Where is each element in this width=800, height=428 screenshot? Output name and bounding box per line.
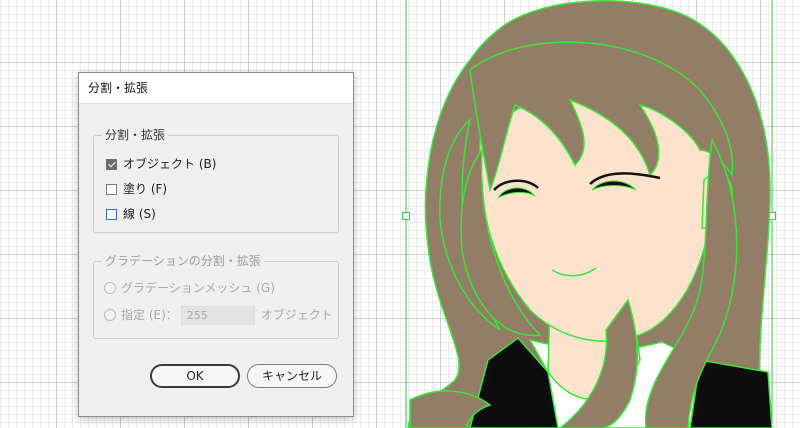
- gradient-mesh-option[interactable]: グラデーションメッシュ (G): [104, 279, 275, 297]
- stroke-label: 線 (S): [123, 207, 156, 221]
- specify-count-input[interactable]: 255: [180, 305, 255, 325]
- dialog-title[interactable]: 分割・拡張: [79, 73, 353, 104]
- objects-unit-label: オブジェクト: [260, 308, 333, 322]
- gradient-expand-group: グラデーションの分割・拡張 グラデーションメッシュ (G) 指定 (E)： 25…: [93, 253, 339, 339]
- gradient-mesh-radio[interactable]: [104, 282, 116, 294]
- expand-dialog: 分割・拡張 分割・拡張 オブジェクト (B) 塗り (F) 線 (S) グラデー…: [78, 72, 354, 417]
- fill-label: 塗り (F): [123, 182, 168, 196]
- cancel-button[interactable]: キャンセル: [247, 364, 337, 388]
- split-expand-group-label: 分割・拡張: [102, 127, 169, 143]
- specify-option[interactable]: 指定 (E)： 255 オブジェクト: [104, 305, 333, 325]
- split-expand-group: 分割・拡張 オブジェクト (B) 塗り (F) 線 (S): [93, 127, 339, 233]
- gradient-expand-group-label: グラデーションの分割・拡張: [102, 253, 264, 269]
- fill-checkbox[interactable]: [106, 183, 117, 195]
- stroke-checkbox[interactable]: [106, 208, 117, 220]
- object-label: オブジェクト (B): [123, 157, 217, 171]
- gradient-mesh-label: グラデーションメッシュ (G): [121, 281, 275, 295]
- object-checkbox[interactable]: [106, 158, 117, 170]
- stroke-option[interactable]: 線 (S): [106, 205, 156, 223]
- object-option[interactable]: オブジェクト (B): [106, 155, 216, 173]
- specify-label: 指定 (E)：: [121, 308, 178, 322]
- selection-handle-left[interactable]: [402, 212, 410, 220]
- specify-radio[interactable]: [104, 309, 116, 321]
- fill-option[interactable]: 塗り (F): [106, 180, 167, 198]
- ok-button[interactable]: OK: [150, 364, 240, 388]
